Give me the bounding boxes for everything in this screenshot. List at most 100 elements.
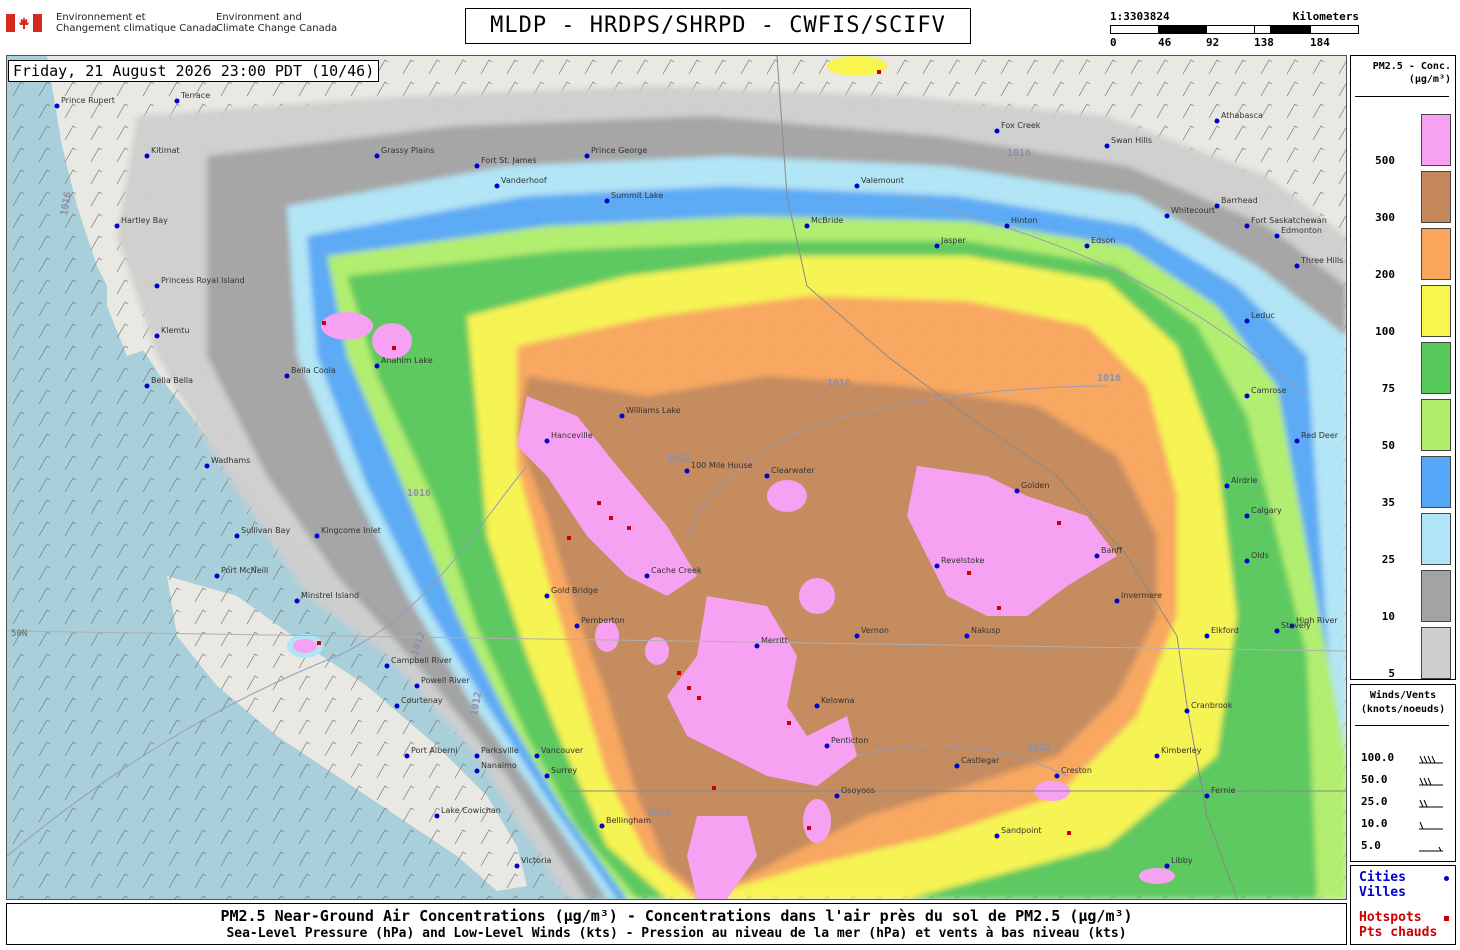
city-marker[interactable] — [824, 743, 830, 749]
city-marker[interactable] — [544, 438, 550, 444]
city-marker[interactable] — [1214, 118, 1220, 124]
footer-title: PM2.5 Near-Ground Air Concentrations (µg… — [220, 907, 1133, 925]
city-marker[interactable] — [934, 563, 940, 569]
city-label: Calgary — [1251, 506, 1282, 515]
city-marker[interactable] — [1244, 558, 1250, 564]
city-marker[interactable] — [154, 333, 160, 339]
city-marker[interactable] — [1014, 488, 1020, 494]
city-marker[interactable] — [934, 243, 940, 249]
city-marker[interactable] — [394, 703, 400, 709]
city-marker[interactable] — [584, 153, 590, 159]
city-marker[interactable] — [854, 183, 860, 189]
city-marker[interactable] — [834, 793, 840, 799]
city-marker[interactable] — [1274, 628, 1280, 634]
city-marker[interactable] — [599, 823, 605, 829]
hotspots-label-en: Hotspots — [1359, 910, 1422, 925]
hotspots-key: Hotspots Pts chauds — [1359, 910, 1437, 940]
city-marker[interactable] — [474, 163, 480, 169]
agency-name-fr: Environnement et Changement climatique C… — [56, 12, 217, 34]
hotspot — [1067, 831, 1071, 835]
city-label: Nanaimo — [481, 761, 517, 770]
city-marker[interactable] — [1214, 203, 1220, 209]
city-marker[interactable] — [214, 573, 220, 579]
legend-swatch — [1421, 570, 1451, 622]
city-marker[interactable] — [1084, 243, 1090, 249]
city-label: Prince Rupert — [61, 96, 115, 105]
city-marker[interactable] — [234, 533, 240, 539]
city-marker[interactable] — [314, 533, 320, 539]
city-marker[interactable] — [534, 753, 540, 759]
city-marker[interactable] — [494, 183, 500, 189]
concentration-legend: PM2.5 - Conc. (µg/m³) 500 300 200 100 75 50 35… — [1350, 55, 1456, 680]
city-marker[interactable] — [1164, 863, 1170, 869]
city-marker[interactable] — [374, 363, 380, 369]
city-marker[interactable] — [284, 373, 290, 379]
city-marker[interactable] — [644, 573, 650, 579]
city-marker[interactable] — [374, 153, 380, 159]
city-marker[interactable] — [619, 413, 625, 419]
city-marker[interactable] — [1184, 708, 1190, 714]
city-label: Osoyoos — [841, 786, 875, 795]
city-marker[interactable] — [544, 593, 550, 599]
city-marker[interactable] — [514, 863, 520, 869]
city-marker[interactable] — [1054, 773, 1060, 779]
city-marker[interactable] — [684, 468, 690, 474]
city-marker[interactable] — [384, 663, 390, 669]
city-marker[interactable] — [404, 753, 410, 759]
city-marker[interactable] — [1104, 143, 1110, 149]
city-marker[interactable] — [954, 763, 960, 769]
legend-swatch — [1421, 627, 1451, 679]
city-marker[interactable] — [1294, 263, 1300, 269]
city-marker[interactable] — [1204, 793, 1210, 799]
city-marker[interactable] — [814, 703, 820, 709]
city-marker[interactable] — [54, 103, 60, 109]
city-marker[interactable] — [144, 153, 150, 159]
city-marker[interactable] — [144, 383, 150, 389]
hotspot — [627, 526, 631, 530]
city-marker[interactable] — [1204, 633, 1210, 639]
latitude-label: 50N — [11, 629, 27, 639]
city-marker[interactable] — [154, 283, 160, 289]
city-marker[interactable] — [1114, 598, 1120, 604]
city-marker[interactable] — [414, 683, 420, 689]
pm25-map[interactable]: 1012 1012 1012 1012 1016 1016 1016 1016 … — [6, 55, 1347, 900]
city-marker[interactable] — [1154, 753, 1160, 759]
city-marker[interactable] — [754, 643, 760, 649]
wind-barb-icon — [1419, 799, 1443, 808]
conc-500 — [372, 323, 412, 359]
city-marker[interactable] — [1244, 318, 1250, 324]
city-label: Hanceville — [551, 431, 593, 440]
city-marker[interactable] — [294, 598, 300, 604]
city-label: Libby — [1171, 856, 1193, 865]
city-marker[interactable] — [544, 773, 550, 779]
city-marker[interactable] — [1224, 483, 1230, 489]
wind-speed-label: 10.0 — [1361, 817, 1388, 830]
city-marker[interactable] — [964, 633, 970, 639]
city-marker[interactable] — [114, 223, 120, 229]
city-marker[interactable] — [854, 633, 860, 639]
city-marker[interactable] — [994, 128, 1000, 134]
conc-500 — [767, 480, 807, 512]
city-marker[interactable] — [204, 463, 210, 469]
city-marker[interactable] — [474, 768, 480, 774]
city-marker[interactable] — [994, 833, 1000, 839]
city-marker[interactable] — [574, 623, 580, 629]
city-label: Swan Hills — [1111, 136, 1152, 145]
city-label: Vancouver — [541, 746, 584, 755]
city-label: Port McNeill — [221, 566, 268, 575]
city-marker[interactable] — [1004, 223, 1010, 229]
city-marker[interactable] — [804, 223, 810, 229]
city-marker[interactable] — [1164, 213, 1170, 219]
city-marker[interactable] — [1244, 223, 1250, 229]
city-marker[interactable] — [174, 98, 180, 104]
city-marker[interactable] — [1274, 233, 1280, 239]
city-marker[interactable] — [604, 198, 610, 204]
city-marker[interactable] — [1244, 513, 1250, 519]
city-label: Camrose — [1251, 386, 1286, 395]
city-marker[interactable] — [1094, 553, 1100, 559]
city-marker[interactable] — [764, 473, 770, 479]
city-marker[interactable] — [474, 753, 480, 759]
city-marker[interactable] — [1294, 438, 1300, 444]
city-marker[interactable] — [434, 813, 440, 819]
city-marker[interactable] — [1244, 393, 1250, 399]
